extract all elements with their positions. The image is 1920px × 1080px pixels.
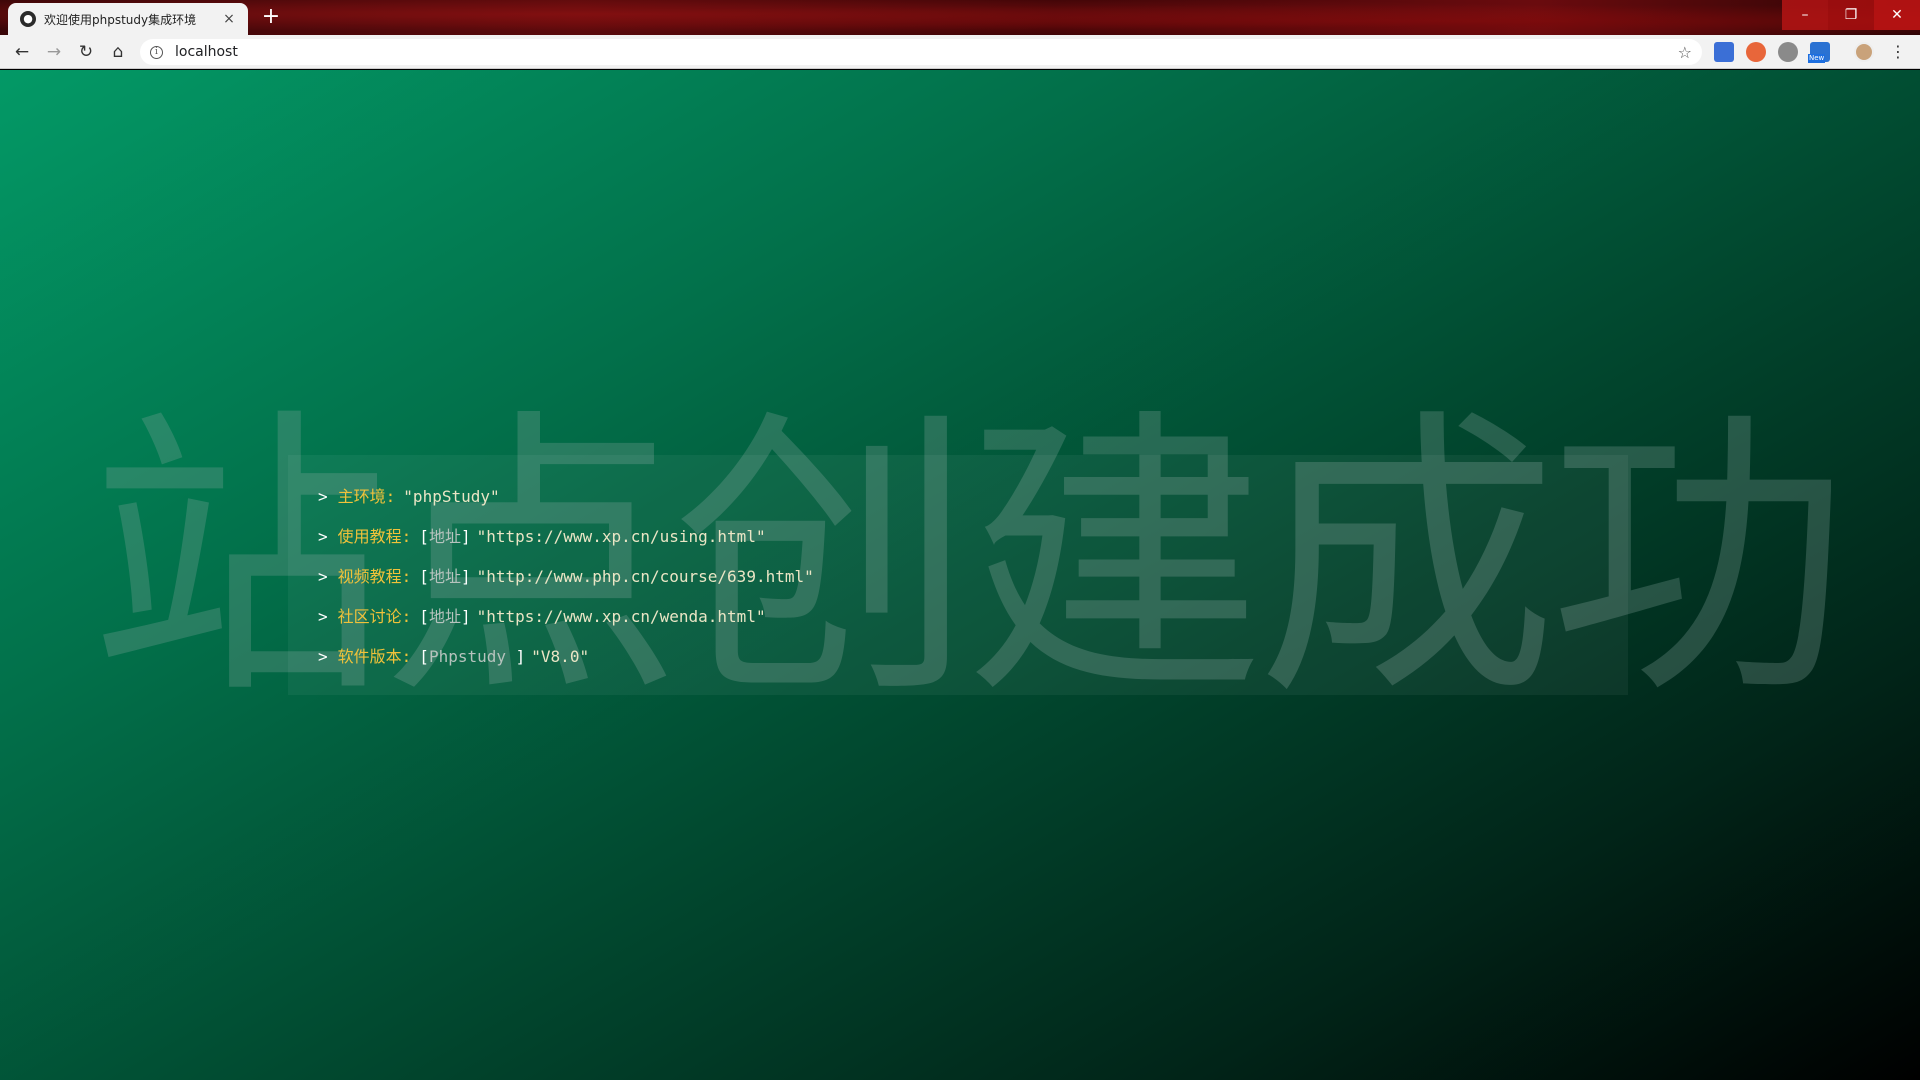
page-content: 站点创建成功 > 主环境: "phpStudy" > 使用教程: [地址] "https:… [0,70,1920,1080]
browser-toolbar: ← → ↻ ⌂ i localhost ☆ New ⋮ [0,35,1920,69]
reload-icon[interactable]: ↻ [73,39,99,65]
tab-strip: ● 欢迎使用phpstudy集成环境 × + – ❐ ✕ [0,0,1920,35]
forward-arrow-icon[interactable]: → [41,39,67,65]
row-label: 使用教程 [337,527,402,546]
prompt-glyph: > [318,647,328,666]
kebab-menu-icon[interactable]: ⋮ [1886,40,1910,64]
row-value: "http://www.php.cn/course/639.html" [476,567,814,586]
prompt-glyph: > [318,487,328,506]
home-icon[interactable]: ⌂ [105,39,131,65]
row-label: 社区讨论 [337,607,402,626]
bracket-open: [ [419,527,429,546]
colon: : [401,647,412,666]
bracket-open: [ [419,567,429,586]
tutorial-link[interactable]: 地址 [429,527,461,546]
community-link[interactable]: 地址 [429,607,461,626]
info-row-main-env: > 主环境: "phpStudy" [318,477,1628,517]
row-value: "V8.0" [531,647,590,666]
info-row-community: > 社区讨论: [地址] "https://www.xp.cn/wenda.html" [318,597,1628,637]
profile-avatar[interactable] [1854,42,1874,62]
tab-title: 欢迎使用phpstudy集成环境 [44,12,197,27]
info-row-video: > 视频教程: [地址] "http://www.php.cn/course/639.… [318,557,1628,597]
prompt-glyph: > [318,527,328,546]
bracket-close: ] [460,567,471,586]
new-tab-button[interactable]: + [258,5,284,31]
row-label: 主环境 [337,487,386,506]
bookmark-star-icon[interactable]: ☆ [1678,43,1692,62]
info-panel: > 主环境: "phpStudy" > 使用教程: [地址] "https://www.x… [288,455,1628,695]
prompt-glyph: > [318,607,328,626]
restore-button[interactable]: ❐ [1828,0,1874,30]
bracket-close: ] [460,607,471,626]
version-link[interactable]: Phpstudy [429,647,516,666]
browser-tab[interactable]: ● 欢迎使用phpstudy集成环境 × [8,3,248,35]
tab-close-icon[interactable]: × [220,10,238,28]
row-value: "https://www.xp.cn/using.html" [476,527,766,546]
prompt-glyph: > [318,567,328,586]
translate-extension-icon[interactable] [1714,42,1734,62]
bracket-close: ] [515,647,526,666]
video-link[interactable]: 地址 [429,567,461,586]
bracket-open: [ [419,607,429,626]
site-info-icon[interactable]: i [150,45,163,59]
back-arrow-icon[interactable]: ← [9,39,35,65]
minimize-button[interactable]: – [1782,0,1828,30]
bracket-open: [ [419,647,429,666]
colon: : [401,527,412,546]
info-row-version: > 软件版本: [Phpstudy ] "V8.0" [318,637,1628,677]
row-label: 视频教程 [337,567,402,586]
ext-gray-icon[interactable] [1778,42,1798,62]
ext-new-icon[interactable]: New [1808,42,1830,63]
colon: : [385,487,396,506]
globe-favicon-icon: ● [20,11,36,27]
address-bar[interactable]: i localhost ☆ [140,39,1702,65]
bracket-close: ] [460,527,471,546]
ext-orange-icon[interactable] [1746,42,1766,62]
row-value: "https://www.xp.cn/wenda.html" [476,607,766,626]
info-row-tutorial: > 使用教程: [地址] "https://www.xp.cn/using.html" [318,517,1628,557]
new-badge: New [1808,54,1826,63]
colon: : [401,607,412,626]
colon: : [401,567,412,586]
row-value: "phpStudy" [403,487,500,506]
url-text[interactable]: localhost [175,44,1678,60]
row-label: 软件版本 [337,647,402,666]
close-window-button[interactable]: ✕ [1874,0,1920,30]
